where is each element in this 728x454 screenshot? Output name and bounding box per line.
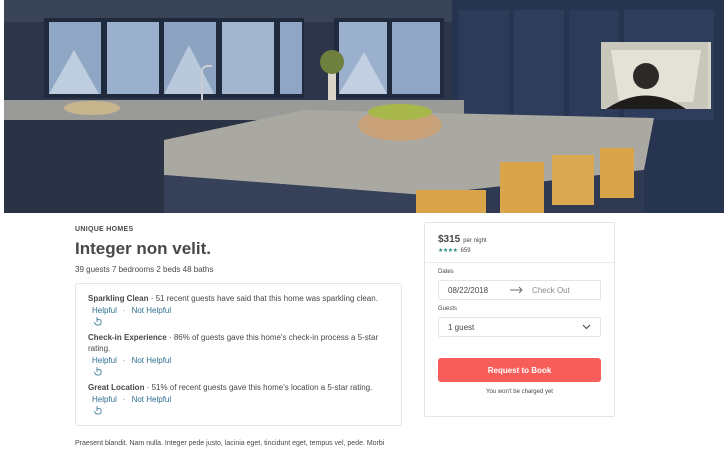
guests-select[interactable]: 1 guest [438, 317, 601, 337]
listing-category: UNIQUE HOMES [75, 226, 134, 233]
pointing-hand-icon [94, 406, 102, 415]
not-helpful-link[interactable]: Not Helpful [132, 356, 172, 365]
not-helpful-link[interactable]: Not Helpful [132, 395, 172, 404]
dates-label: Dates [438, 269, 454, 275]
guests-label: Guests [438, 306, 458, 312]
home-highlights-card: Sparkling Clean · 51 recent guests have … [75, 283, 402, 426]
pointing-hand-icon [94, 367, 102, 376]
highlight-description: · 51% of recent guests gave this home's … [144, 383, 373, 392]
dates-picker[interactable]: 08/22/2018 Check Out [438, 280, 601, 300]
highlight-title: Sparkling Clean [88, 294, 149, 303]
highlight-description: · 51 recent guests have said that this h… [148, 294, 378, 303]
helpful-link[interactable]: Helpful [92, 306, 117, 315]
booking-panel: $315 per night ★★★★ 659 Dates 08/22/2018… [424, 222, 615, 417]
star-rating-icon: ★★★★ [438, 248, 458, 254]
charge-note: You won't be charged yet [486, 389, 553, 395]
feedback-actions: Helpful · Not Helpful [88, 306, 389, 315]
rating: ★★★★ 659 [438, 247, 601, 255]
feedback-separator: · [122, 356, 126, 365]
listing-specs: 39 guests 7 bedrooms 2 beds 48 baths [75, 265, 214, 274]
helpful-link[interactable]: Helpful [92, 395, 117, 404]
price-line: $315 per night [438, 234, 601, 245]
highlight-item: Sparkling Clean · 51 recent guests have … [88, 293, 389, 326]
listing-title: Integer non velit. [75, 239, 212, 258]
listing-header: UNIQUE HOMES Integer non velit. 39 guest… [75, 226, 405, 274]
check-in-field[interactable]: 08/22/2018 [448, 286, 488, 295]
feedback-actions: Helpful · Not Helpful [88, 356, 389, 365]
pointing-hand-icon [94, 317, 102, 326]
not-helpful-link[interactable]: Not Helpful [132, 306, 172, 315]
feedback-actions: Helpful · Not Helpful [88, 395, 389, 404]
review-count: 659 [460, 247, 471, 254]
request-to-book-button[interactable]: Request to Book [438, 358, 601, 382]
hero-photo[interactable] [4, 0, 724, 213]
listing-page: UNIQUE HOMES Integer non velit. 39 guest… [0, 0, 728, 454]
price-unit: per night [463, 238, 487, 244]
chevron-down-icon [582, 324, 591, 330]
helpful-link[interactable]: Helpful [92, 356, 117, 365]
feedback-separator: · [122, 395, 126, 404]
highlight-item: Check-in Experience · 86% of guests gave… [88, 332, 389, 376]
feedback-separator: · [122, 306, 126, 315]
highlight-title: Great Location [88, 383, 145, 392]
webcam-overlay [601, 42, 711, 109]
nightly-price: $315 [438, 234, 461, 245]
highlight-text: Sparkling Clean · 51 recent guests have … [88, 293, 389, 304]
guests-value: 1 guest [448, 322, 475, 332]
arrow-right-icon [510, 286, 523, 294]
check-out-field[interactable]: Check Out [532, 286, 570, 295]
highlight-text: Check-in Experience · 86% of guests gave… [88, 332, 389, 354]
highlight-item: Great Location · 51% of recent guests ga… [88, 382, 389, 415]
highlight-title: Check-in Experience [88, 333, 167, 342]
divider [425, 262, 614, 263]
highlight-text: Great Location · 51% of recent guests ga… [88, 382, 389, 393]
listing-description: Praesent blandit. Nam nulla. Integer ped… [75, 440, 385, 447]
person-silhouette-icon [601, 42, 708, 109]
